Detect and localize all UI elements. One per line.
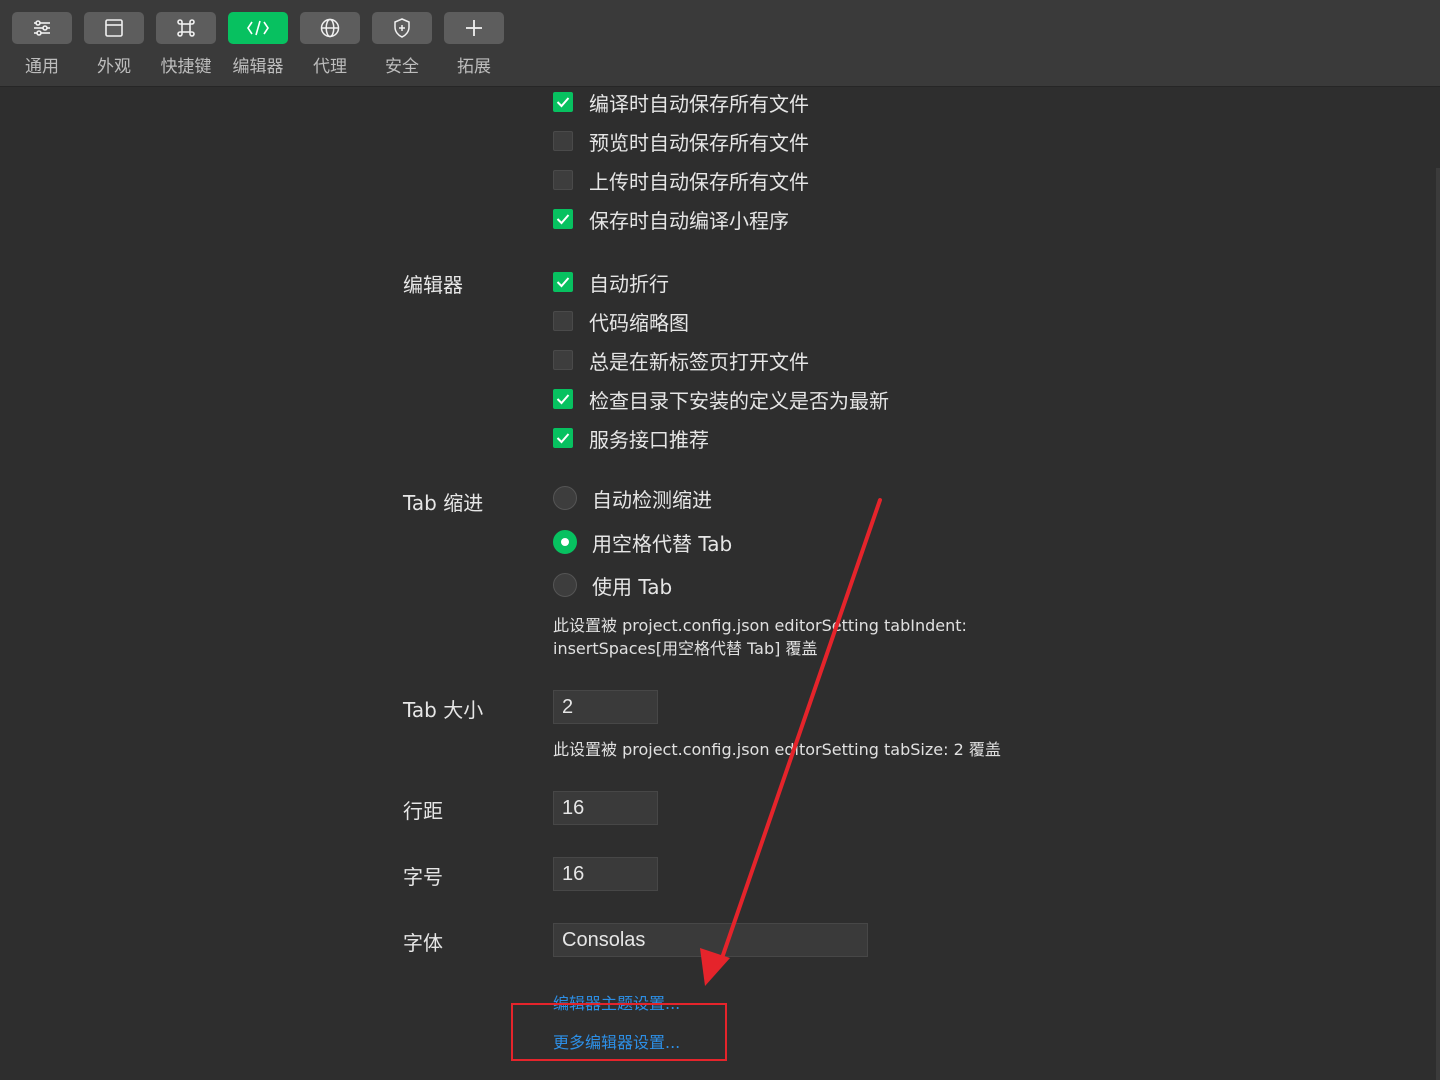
- checkbox-unchecked[interactable]: [553, 350, 573, 370]
- section-label-editor: 编辑器: [403, 273, 463, 297]
- check-icon: [556, 394, 570, 405]
- tab-general[interactable]: 通用: [12, 12, 72, 77]
- window-icon: [105, 19, 123, 37]
- tab-size-input[interactable]: 2: [553, 690, 658, 724]
- plus-icon: [466, 20, 482, 36]
- radio-spaces[interactable]: 用空格代替 Tab: [553, 529, 733, 556]
- checkbox-checked[interactable]: [553, 92, 573, 112]
- radio-unselected[interactable]: [553, 573, 577, 597]
- checkbox-upload-autosave[interactable]: 上传时自动保存所有文件: [553, 168, 809, 194]
- checkbox-checked[interactable]: [553, 272, 573, 292]
- radio-unselected[interactable]: [553, 486, 577, 510]
- checkbox-save-compile[interactable]: 保存时自动编译小程序: [553, 207, 789, 233]
- tab-label: 代理: [313, 57, 347, 77]
- checkbox-word-wrap[interactable]: 自动折行: [553, 270, 669, 296]
- checkbox-label: 服务接口推荐: [589, 427, 709, 452]
- checkbox-label: 代码缩略图: [589, 310, 689, 335]
- radio-use-tab[interactable]: 使用 Tab: [553, 572, 673, 599]
- font-size-input[interactable]: 16: [553, 857, 658, 891]
- checkbox-checked[interactable]: [553, 389, 573, 409]
- tab-size-note: 此设置被 project.config.json editorSetting t…: [553, 740, 1001, 759]
- section-label-tab-size: Tab 大小: [403, 698, 484, 722]
- checkbox-label: 总是在新标签页打开文件: [589, 349, 809, 374]
- checkbox-unchecked[interactable]: [553, 131, 573, 151]
- tab-proxy[interactable]: 代理: [300, 12, 360, 77]
- checkbox-unchecked[interactable]: [553, 311, 573, 331]
- checkbox-label: 预览时自动保存所有文件: [589, 130, 809, 155]
- radio-label: 自动检测缩进: [592, 487, 712, 512]
- checkbox-compile-autosave[interactable]: 编译时自动保存所有文件: [553, 90, 809, 116]
- tab-label: 安全: [385, 57, 419, 77]
- tab-appearance[interactable]: 外观: [84, 12, 144, 77]
- globe-icon: [320, 18, 340, 38]
- tab-label: 编辑器: [232, 57, 284, 77]
- code-icon: [247, 20, 269, 36]
- checkbox-checked[interactable]: [553, 428, 573, 448]
- tab-editor[interactable]: 编辑器: [228, 12, 288, 77]
- checkbox-checked[interactable]: [553, 209, 573, 229]
- tab-label: 外观: [97, 57, 131, 77]
- checkbox-label: 自动折行: [589, 271, 669, 296]
- tab-extensions[interactable]: 拓展: [444, 12, 504, 77]
- radio-selected[interactable]: [553, 530, 577, 554]
- check-icon: [556, 97, 570, 108]
- command-key-icon: [177, 19, 195, 37]
- tab-label: 快捷键: [160, 57, 212, 77]
- checkbox-label: 上传时自动保存所有文件: [589, 169, 809, 194]
- settings-toolbar: 通用 外观 快捷键 编辑器 代理 安全 拓展: [0, 0, 1440, 87]
- tab-label: 通用: [25, 57, 59, 77]
- radio-label: 用空格代替 Tab: [592, 531, 733, 556]
- font-family-input[interactable]: Consolas: [553, 923, 868, 957]
- checkbox-check-definitions[interactable]: 检查目录下安装的定义是否为最新: [553, 387, 889, 413]
- check-icon: [556, 214, 570, 225]
- tab-indent-note: 此设置被 project.config.json editorSetting t…: [553, 616, 967, 658]
- section-label-tab-indent: Tab 缩进: [403, 491, 484, 515]
- radio-label: 使用 Tab: [592, 574, 673, 599]
- section-label-font-size: 字号: [403, 865, 443, 889]
- sliders-icon: [34, 20, 50, 36]
- checkbox-api-recommend[interactable]: 服务接口推荐: [553, 426, 709, 452]
- checkbox-preview-autosave[interactable]: 预览时自动保存所有文件: [553, 129, 809, 155]
- line-height-input[interactable]: 16: [553, 791, 658, 825]
- checkbox-label: 检查目录下安装的定义是否为最新: [589, 388, 889, 413]
- checkbox-minimap[interactable]: 代码缩略图: [553, 309, 689, 335]
- tab-label: 拓展: [457, 57, 491, 77]
- section-label-font-family: 字体: [403, 931, 443, 955]
- check-icon: [556, 433, 570, 444]
- checkbox-open-new-tab[interactable]: 总是在新标签页打开文件: [553, 348, 809, 374]
- checkbox-label: 保存时自动编译小程序: [589, 208, 789, 233]
- check-icon: [556, 277, 570, 288]
- shield-icon: [394, 18, 410, 38]
- tab-shortcuts[interactable]: 快捷键: [156, 12, 216, 77]
- checkbox-label: 编译时自动保存所有文件: [589, 91, 809, 116]
- checkbox-unchecked[interactable]: [553, 170, 573, 190]
- section-label-line-height: 行距: [403, 799, 443, 823]
- radio-auto-detect[interactable]: 自动检测缩进: [553, 485, 712, 512]
- tab-security[interactable]: 安全: [372, 12, 432, 77]
- scrollbar[interactable]: [1436, 168, 1440, 1080]
- annotation-highlight-box: [511, 1003, 727, 1061]
